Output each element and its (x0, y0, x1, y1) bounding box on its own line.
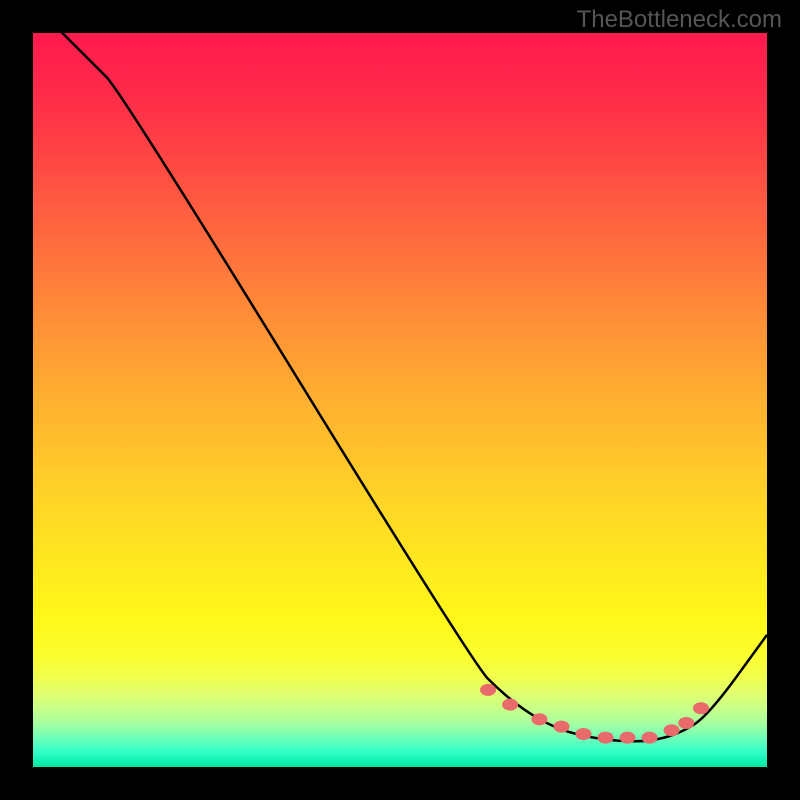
marker-dot (480, 684, 496, 696)
chart-svg (33, 33, 767, 767)
marker-dot (598, 732, 614, 744)
curve-line (33, 33, 767, 741)
marker-dot (553, 721, 569, 733)
watermark-text: TheBottleneck.com (577, 6, 782, 34)
marker-dot (642, 732, 658, 744)
marker-dot (678, 717, 694, 729)
marker-dot (664, 724, 680, 736)
marker-dot (531, 713, 547, 725)
chart-plot-area (33, 33, 767, 767)
marker-dots-group (480, 684, 709, 744)
marker-dot (576, 728, 592, 740)
marker-dot (502, 699, 518, 711)
marker-dot (620, 732, 636, 744)
marker-dot (693, 702, 709, 714)
